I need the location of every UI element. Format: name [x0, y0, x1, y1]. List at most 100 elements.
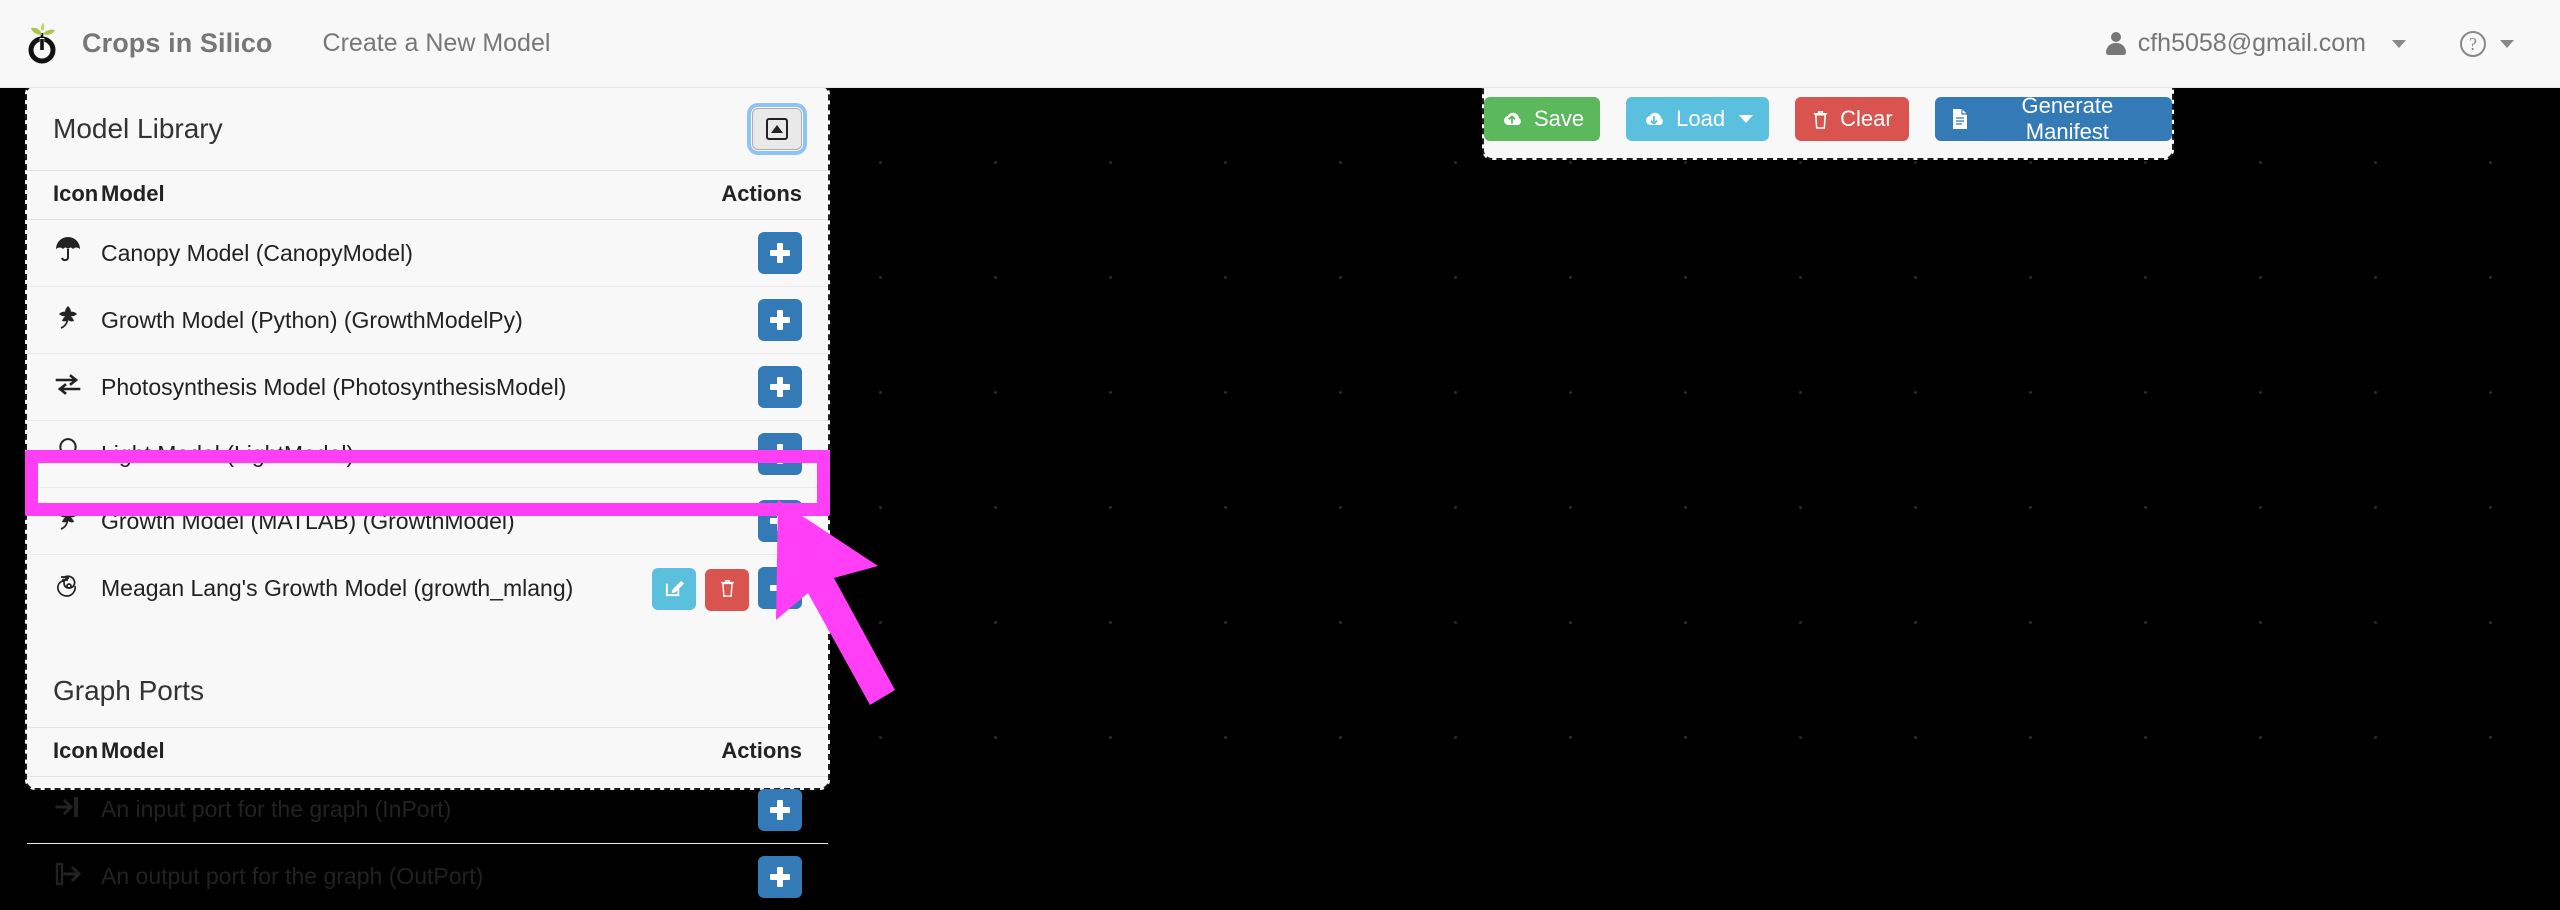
- collapse-panel-icon: [766, 118, 788, 140]
- cloud-download-icon: [1642, 110, 1666, 128]
- load-chevron-down-icon: [1739, 115, 1754, 123]
- user-icon: [2105, 31, 2126, 56]
- help-chevron-down-icon[interactable]: [2500, 39, 2514, 48]
- graph-ports-header: Graph Ports: [27, 653, 828, 727]
- plus-icon: [770, 444, 790, 464]
- plus-icon: [770, 578, 790, 598]
- sprout-power-logo-icon: [22, 22, 62, 66]
- delete-model-button[interactable]: [705, 568, 749, 611]
- add-model-button[interactable]: [758, 567, 802, 609]
- chevron-down-icon: [2392, 39, 2406, 48]
- row-actions-cell: [669, 843, 828, 910]
- model-library-row[interactable]: Photosynthesis Model (PhotosynthesisMode…: [27, 353, 828, 421]
- table-header-row: Icon Model Actions: [27, 170, 828, 220]
- trash-icon: [1811, 109, 1830, 130]
- add-model-button[interactable]: [758, 232, 802, 274]
- exchange-icon: [53, 369, 83, 399]
- add-model-button[interactable]: [758, 299, 802, 341]
- nav-create-new-model[interactable]: Create a New Model: [321, 21, 553, 66]
- save-button-label: Save: [1534, 106, 1585, 131]
- plus-icon: [770, 511, 790, 531]
- model-library-row[interactable]: Meagan Lang's Growth Model (growth_mlang…: [27, 555, 828, 623]
- row-icon-cell: [27, 555, 101, 623]
- row-icon-cell: [27, 843, 101, 910]
- add-model-button[interactable]: [758, 855, 802, 898]
- add-model-button[interactable]: [758, 433, 802, 475]
- navbar-right: cfh5058@gmail.com ?: [2105, 29, 2560, 58]
- edit-model-button[interactable]: [652, 568, 696, 610]
- graph-ports-title: Graph Ports: [53, 674, 204, 706]
- model-library-panel: Model Library Icon Model Actions Canopy …: [25, 84, 830, 898]
- pencil-square-icon: [664, 577, 685, 601]
- model-library-row[interactable]: Light Model (LightModel): [27, 420, 828, 488]
- row-actions-cell: [623, 420, 828, 488]
- brand-area[interactable]: Crops in Silico: [0, 22, 273, 66]
- add-model-button[interactable]: [758, 366, 802, 408]
- graph-port-row[interactable]: An output port for the graph (OutPort): [27, 843, 828, 910]
- graph-toolbar-panel: Save Load Clear Generate Manifest: [1482, 78, 2174, 160]
- row-icon-cell: [27, 219, 101, 287]
- plus-icon: [770, 377, 790, 397]
- model-library-table: Icon Model Actions Canopy Model (CanopyM…: [27, 170, 828, 623]
- collapse-panel-button[interactable]: [747, 103, 807, 155]
- leaf-icon: [53, 302, 83, 332]
- plus-icon: [770, 243, 790, 263]
- user-email-label: cfh5058@gmail.com: [2137, 29, 2366, 57]
- clear-button[interactable]: Clear: [1795, 97, 1909, 141]
- add-model-button[interactable]: [758, 788, 802, 831]
- ports-column-header-model: Model: [101, 726, 670, 777]
- ports-header-row: Icon Model Actions: [27, 726, 828, 777]
- row-actions-cell: [623, 219, 828, 287]
- plus-icon: [770, 310, 790, 330]
- row-model-label: Canopy Model (CanopyModel): [101, 219, 624, 287]
- load-button-label: Load: [1676, 106, 1726, 131]
- row-actions-cell: [623, 286, 828, 354]
- spiral-icon: [53, 571, 83, 601]
- row-actions-cell: [623, 353, 828, 421]
- umbrella-icon: [53, 235, 83, 265]
- row-actions-cell: [623, 487, 828, 555]
- panel-section-separator: [27, 623, 828, 653]
- model-library-header: Model Library: [27, 86, 828, 170]
- row-model-label: Photosynthesis Model (PhotosynthesisMode…: [101, 353, 624, 421]
- add-model-button[interactable]: [758, 500, 802, 542]
- row-actions-cell: [623, 555, 828, 623]
- sign-in-icon: [53, 792, 83, 822]
- question-circle-icon[interactable]: ?: [2460, 30, 2486, 57]
- user-menu[interactable]: cfh5058@gmail.com: [2105, 29, 2406, 58]
- row-model-label: Growth Model (MATLAB) (GrowthModel): [101, 487, 624, 555]
- plus-icon: [770, 799, 790, 820]
- generate-manifest-label: Generate Manifest: [2021, 93, 2114, 144]
- file-text-icon: [1951, 108, 1969, 130]
- clear-button-label: Clear: [1840, 106, 1893, 131]
- row-icon-cell: [27, 353, 101, 421]
- top-navbar: Crops in Silico Create a New Model cfh50…: [0, 0, 2560, 88]
- leaf-icon: [53, 503, 83, 533]
- plus-icon: [770, 866, 790, 887]
- row-model-label: An input port for the graph (InPort): [101, 776, 670, 844]
- row-actions-cell: [669, 776, 828, 844]
- column-header-model: Model: [101, 170, 624, 220]
- ports-column-header-icon: Icon: [27, 726, 101, 777]
- row-model-label: An output port for the graph (OutPort): [101, 863, 484, 889]
- model-library-row[interactable]: Canopy Model (CanopyModel): [27, 219, 828, 287]
- cloud-upload-icon: [1500, 110, 1524, 128]
- row-icon-cell: [27, 776, 101, 844]
- sign-out-icon: [53, 859, 83, 889]
- load-button[interactable]: Load: [1626, 97, 1770, 141]
- graph-ports-table: Icon Model Actions An input port for the…: [27, 726, 828, 910]
- row-icon-cell: [27, 420, 101, 488]
- graph-port-row[interactable]: An input port for the graph (InPort): [27, 776, 828, 844]
- row-icon-cell: [27, 487, 101, 555]
- lightbulb-icon: [53, 436, 83, 466]
- brand-title: Crops in Silico: [82, 28, 273, 58]
- model-library-title: Model Library: [53, 113, 223, 144]
- generate-manifest-button[interactable]: Generate Manifest: [1934, 93, 2172, 144]
- model-library-row[interactable]: Growth Model (Python) (GrowthModelPy): [27, 286, 828, 354]
- trash-icon: [718, 578, 737, 601]
- row-model-label: Growth Model (Python) (GrowthModelPy): [101, 286, 624, 354]
- row-model-label: Light Model (LightModel): [101, 420, 624, 488]
- save-button[interactable]: Save: [1484, 97, 1601, 141]
- row-icon-cell: [27, 286, 101, 354]
- model-library-row[interactable]: Growth Model (MATLAB) (GrowthModel): [27, 487, 828, 555]
